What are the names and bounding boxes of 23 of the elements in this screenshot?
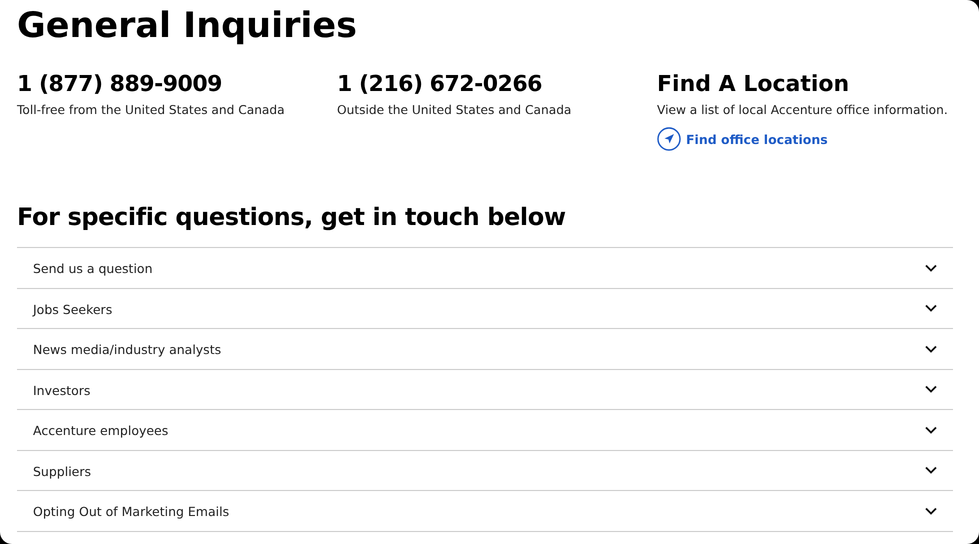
chevron-icon — [925, 426, 937, 434]
chevron-icon — [925, 506, 937, 515]
contact-description: Outside the United States and Canada — [337, 103, 572, 117]
section-title: For specific questions, get in touch below — [17, 202, 567, 232]
contact-heading: 1 (216) 672-0266 — [337, 71, 543, 99]
page-title: General Inquiries — [17, 5, 358, 47]
accordion-item[interactable]: Suppliers — [17, 450, 953, 491]
accordion-item[interactable]: Jobs Seekers — [17, 288, 953, 329]
accordion-item[interactable]: News media/industry analysts — [17, 329, 953, 370]
contact-heading: Find A Location — [657, 71, 850, 99]
find-locations-link[interactable]: Find office locations — [657, 127, 828, 151]
accordion-item[interactable]: Send us a question — [17, 248, 953, 288]
accordion-item[interactable]: Investors — [17, 370, 953, 410]
accordion-item[interactable]: Accenture employees — [17, 410, 953, 450]
contact-description: Toll-free from the United States and Canada — [17, 103, 286, 117]
contact-heading: 1 (877) 889-9009 — [17, 71, 223, 99]
chevron-icon — [925, 344, 937, 353]
chevron-icon — [925, 304, 937, 312]
contact-description: View a list of local Accenture office information. — [657, 103, 949, 117]
chevron-icon — [925, 466, 937, 474]
accordion-item[interactable]: Opting Out of Marketing Emails — [17, 491, 953, 532]
chevron-icon — [925, 264, 937, 272]
chevron-icon — [925, 385, 937, 394]
